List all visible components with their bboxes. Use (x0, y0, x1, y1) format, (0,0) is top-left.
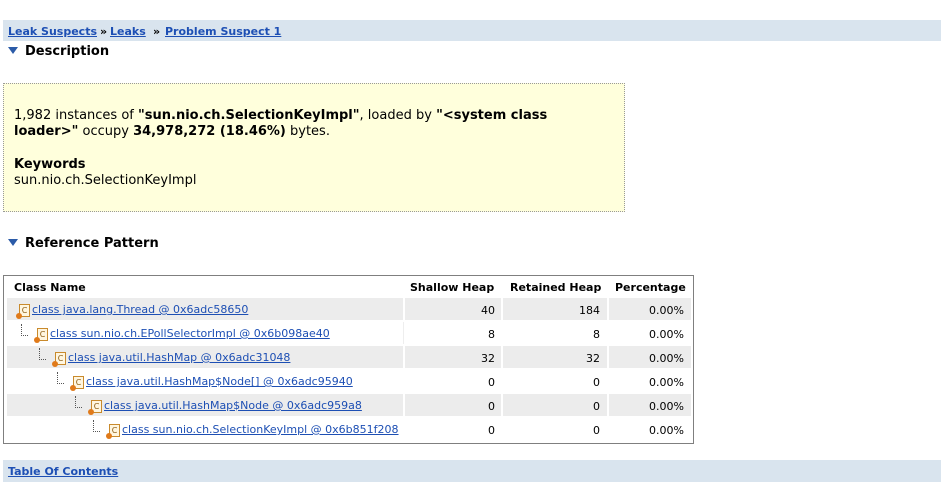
keywords-block: Keywords sun.nio.ch.SelectionKeyImpl (14, 157, 196, 189)
class-link[interactable]: class java.util.HashMap$Node @ 0x6adc959… (104, 399, 362, 412)
percentage-value: 0.00% (649, 352, 684, 365)
class-link[interactable]: class sun.nio.ch.EPollSelectorImpl @ 0x6… (50, 327, 330, 340)
table-row[interactable]: C class sun.nio.ch.EPollSelectorImpl @ 0… (7, 322, 691, 346)
class-object-icon: C (34, 328, 48, 343)
occupied-size: 34,978,272 (18.46%) (133, 124, 286, 139)
shallow-heap-value: 8 (488, 328, 495, 341)
description-text: 1,982 instances of "sun.nio.ch.Selection… (14, 108, 604, 140)
breadcrumb: Leak Suspects » Leaks » Problem Suspect … (3, 20, 941, 41)
percentage-value: 0.00% (649, 424, 684, 437)
class-link[interactable]: class java.lang.Thread @ 0x6adc58650 (32, 303, 248, 316)
shallow-heap-value: 0 (488, 400, 495, 413)
retained-heap-value: 8 (593, 328, 600, 341)
suspect-class-name: "sun.nio.ch.SelectionKeyImpl" (138, 108, 360, 123)
shallow-heap-value: 32 (481, 352, 495, 365)
keywords-label: Keywords (14, 157, 86, 172)
retained-heap-value: 0 (593, 424, 600, 437)
tree-connector-icon (75, 396, 82, 408)
shallow-heap-value: 0 (488, 424, 495, 437)
description-section-header[interactable]: Description (8, 44, 109, 59)
class-object-icon: C (88, 400, 102, 415)
tree-connector-icon (93, 420, 100, 432)
tree-connector-icon (39, 348, 46, 360)
percentage-value: 0.00% (649, 328, 684, 341)
table-row[interactable]: C class java.util.HashMap$Node @ 0x6adc9… (7, 394, 691, 418)
retained-heap-value: 184 (579, 304, 600, 317)
class-object-icon: C (52, 352, 66, 367)
shallow-heap-value: 0 (488, 376, 495, 389)
breadcrumb-separator: » (153, 25, 161, 38)
retained-heap-value: 0 (593, 376, 600, 389)
percentage-value: 0.00% (649, 304, 684, 317)
column-header-class-name[interactable]: Class Name (14, 281, 86, 294)
class-link[interactable]: class sun.nio.ch.SelectionKeyImpl @ 0x6b… (122, 423, 399, 436)
class-object-icon: C (16, 304, 30, 319)
table-row[interactable]: C class sun.nio.ch.SelectionKeyImpl @ 0x… (7, 418, 691, 442)
description-text-part: bytes. (290, 124, 330, 139)
table-of-contents-link[interactable]: Table Of Contents (8, 465, 118, 478)
column-header-percentage[interactable]: Percentage (615, 281, 686, 294)
collapse-triangle-icon[interactable] (8, 47, 18, 54)
table-of-contents-bar: Table Of Contents (3, 460, 941, 482)
percentage-value: 0.00% (649, 376, 684, 389)
class-object-icon: C (106, 424, 120, 439)
shallow-heap-value: 40 (481, 304, 495, 317)
breadcrumb-separator: » (100, 25, 108, 38)
column-header-shallow-heap[interactable]: Shallow Heap (410, 281, 494, 294)
description-panel: 1,982 instances of "sun.nio.ch.Selection… (3, 83, 625, 212)
retained-heap-value: 0 (593, 400, 600, 413)
breadcrumb-leak-suspects-link[interactable]: Leak Suspects (8, 25, 97, 38)
reference-pattern-heading: Reference Pattern (25, 236, 159, 251)
description-heading: Description (25, 44, 110, 59)
keywords-value: sun.nio.ch.SelectionKeyImpl (14, 173, 197, 188)
description-text-part: instances of (55, 108, 134, 123)
table-row[interactable]: C class java.util.HashMap$Node[] @ 0x6ad… (7, 370, 691, 394)
reference-pattern-section-header[interactable]: Reference Pattern (8, 236, 159, 251)
description-text-part: , loaded by (359, 108, 432, 123)
breadcrumb-problem-suspect-link[interactable]: Problem Suspect 1 (165, 25, 281, 38)
table-row[interactable]: C class java.util.HashMap @ 0x6adc31048 … (7, 346, 691, 370)
tree-connector-icon (57, 372, 64, 384)
instance-count: 1,982 (14, 108, 52, 123)
tree-connector-icon (21, 324, 28, 336)
breadcrumb-leaks-link[interactable]: Leaks (110, 25, 146, 38)
description-text-part: occupy (82, 124, 129, 139)
class-link[interactable]: class java.util.HashMap @ 0x6adc31048 (68, 351, 290, 364)
column-header-retained-heap[interactable]: Retained Heap (510, 281, 601, 294)
retained-heap-value: 32 (586, 352, 600, 365)
class-object-icon: C (70, 376, 84, 391)
percentage-value: 0.00% (649, 400, 684, 413)
class-link[interactable]: class java.util.HashMap$Node[] @ 0x6adc9… (86, 375, 353, 388)
reference-pattern-table: Class Name Shallow Heap Retained Heap Pe… (3, 275, 694, 444)
table-row[interactable]: C class java.lang.Thread @ 0x6adc58650 4… (7, 298, 691, 322)
collapse-triangle-icon[interactable] (8, 239, 18, 246)
